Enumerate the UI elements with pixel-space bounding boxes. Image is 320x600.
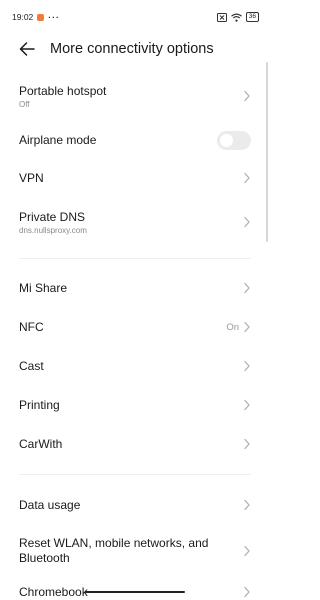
chevron-right-icon (244, 172, 250, 184)
row-right: On (226, 321, 251, 333)
item-label: Private DNS (19, 209, 86, 224)
chevron-right-icon (244, 216, 250, 228)
printing-item[interactable]: Printing (0, 395, 270, 415)
nfc-status-value: On (226, 321, 239, 333)
vpn-item[interactable]: VPN (0, 168, 270, 188)
chevron-right-icon (244, 586, 250, 598)
item-label: NFC (19, 319, 44, 334)
item-label: VPN (19, 170, 44, 185)
page-title: More connectivity options (50, 41, 214, 57)
airplane-mode-toggle[interactable] (217, 130, 251, 150)
item-label: Data usage (19, 497, 81, 512)
sim-x-icon (216, 12, 227, 22)
status-bar: 19:02 ··· 36 (0, 0, 270, 34)
cast-item[interactable]: Cast (0, 356, 270, 376)
item-label: Airplane mode (19, 132, 97, 147)
section-divider (19, 474, 251, 475)
header: More connectivity options (0, 34, 270, 64)
chevron-right-icon (244, 360, 250, 372)
back-button[interactable] (17, 39, 37, 59)
chevron-right-icon (244, 499, 250, 511)
item-label: Cast (19, 358, 44, 373)
reset-network-item[interactable]: Reset WLAN, mobile networks, and Bluetoo… (0, 533, 270, 569)
status-time: 19:02 (12, 12, 34, 22)
item-subtitle: Off (19, 99, 30, 109)
status-right: 36 (216, 12, 259, 22)
arrow-left-icon (19, 42, 35, 56)
item-label: Portable hotspot (19, 83, 107, 98)
private-dns-item[interactable]: Private DNS dns.nullsproxy.com (0, 204, 270, 240)
airplane-mode-item[interactable]: Airplane mode (0, 128, 270, 152)
carwith-item[interactable]: CarWith (0, 434, 270, 454)
section-divider (19, 258, 251, 259)
nfc-item[interactable]: NFC On (0, 317, 270, 337)
status-left: 19:02 ··· (12, 12, 60, 22)
item-label: Printing (19, 397, 60, 412)
more-notifications-icon: ··· (48, 12, 60, 22)
toggle-knob (220, 133, 233, 147)
chevron-right-icon (244, 90, 250, 102)
row-text: Portable hotspot Off (19, 84, 106, 109)
chevron-right-icon (244, 545, 250, 557)
notification-icon (37, 13, 45, 21)
home-indicator[interactable] (85, 591, 185, 593)
battery-icon: 36 (245, 12, 259, 22)
mi-share-item[interactable]: Mi Share (0, 278, 270, 298)
chevron-right-icon (244, 282, 250, 294)
item-label: Mi Share (19, 280, 68, 295)
item-subtitle: dns.nullsproxy.com (19, 225, 87, 235)
portable-hotspot-item[interactable]: Portable hotspot Off (0, 78, 270, 114)
item-label: Chromebook (19, 584, 88, 599)
chevron-right-icon (244, 321, 250, 333)
wifi-icon (230, 13, 242, 22)
item-label: Reset WLAN, mobile networks, and Bluetoo… (19, 536, 209, 565)
item-label: CarWith (19, 436, 63, 451)
chevron-right-icon (244, 438, 250, 450)
row-text: Private DNS dns.nullsproxy.com (19, 210, 87, 235)
data-usage-item[interactable]: Data usage (0, 495, 270, 515)
chevron-right-icon (244, 399, 250, 411)
